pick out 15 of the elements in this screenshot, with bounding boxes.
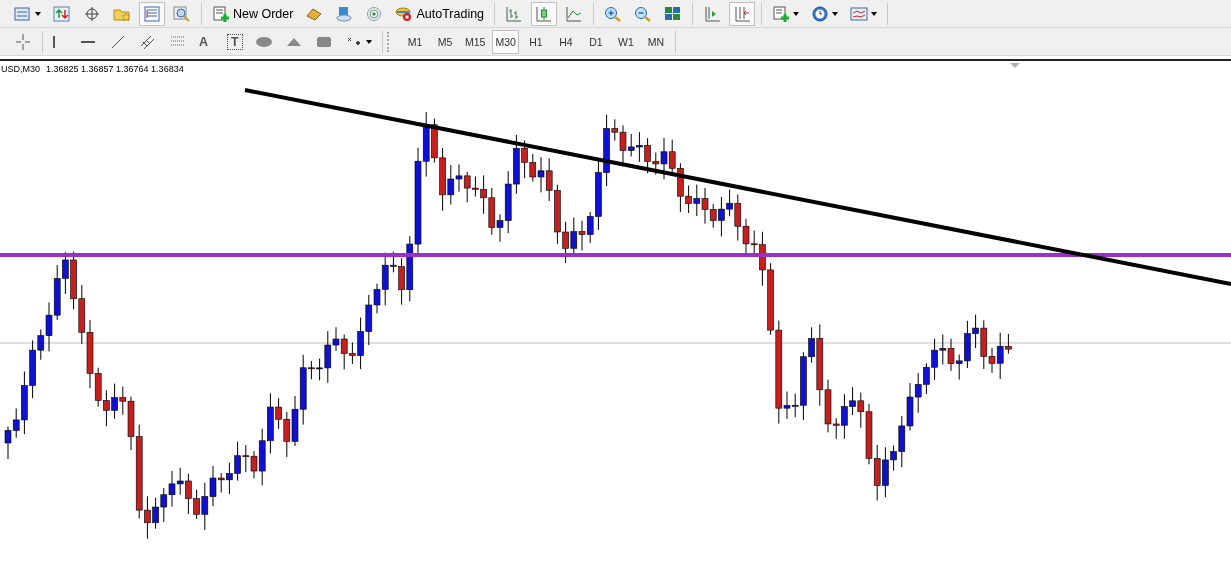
timeframe-tab[interactable]: M1 (402, 29, 428, 54)
toolbar-button[interactable]: New Order (208, 1, 298, 26)
timeframe-tab[interactable]: W1 (612, 29, 639, 54)
timeframe-tab[interactable]: M5 (432, 29, 458, 54)
timeframe-tab[interactable]: MN (642, 29, 669, 54)
timeframe-tab[interactable]: D1 (582, 29, 609, 54)
timeframe-tab[interactable]: M15 (462, 29, 489, 54)
price-quotes: 1.36825 1.36857 1.36764 1.36834 (46, 63, 184, 74)
timeframe-tab[interactable]: M30 (492, 29, 519, 54)
text-label-tool-button[interactable]: T (223, 29, 247, 54)
symbol-label: USD,M30 (1, 63, 40, 74)
toolbar-button[interactable]: AutoTrading (391, 1, 489, 26)
timeframe-tab[interactable]: H4 (552, 29, 579, 54)
text-tool-button[interactable]: A (195, 29, 219, 54)
timeframe-tab[interactable]: H1 (522, 29, 549, 54)
